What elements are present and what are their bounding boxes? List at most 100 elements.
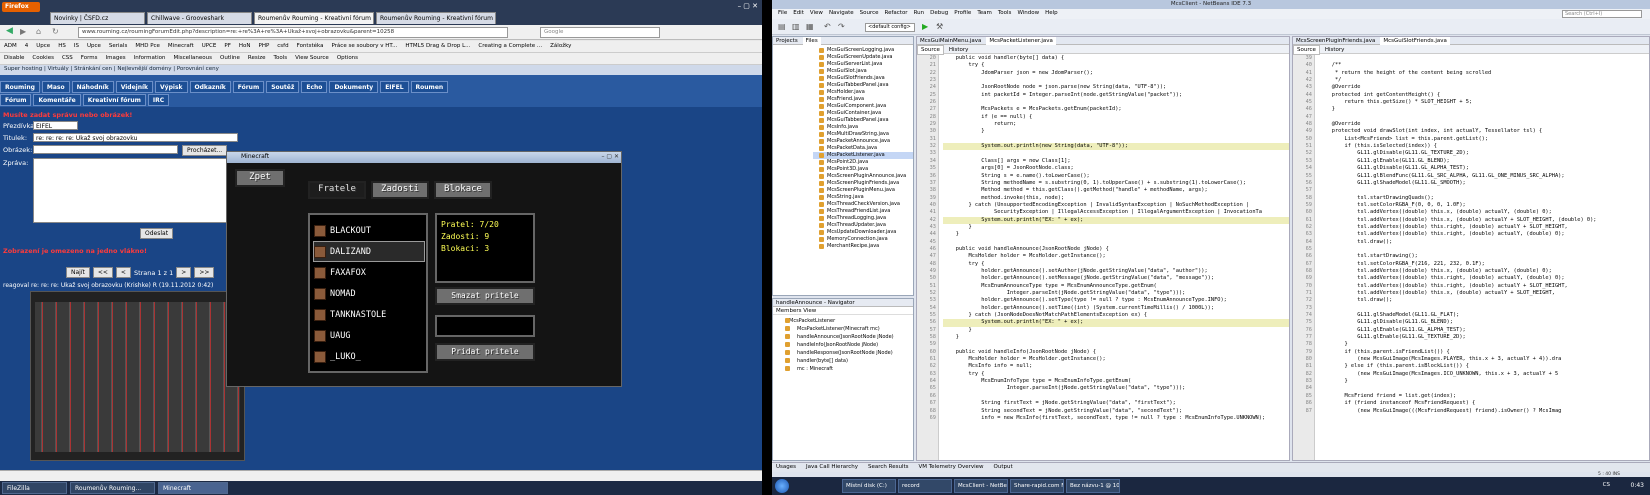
- menu-item[interactable]: File: [778, 10, 787, 16]
- search-input[interactable]: Google: [540, 27, 660, 38]
- taskbar-firefox[interactable]: Roumenův Rouming...: [70, 482, 155, 494]
- source-tab-2[interactable]: Source: [1293, 45, 1320, 55]
- output-tab[interactable]: VM Telemetry Overview: [919, 464, 984, 470]
- file-item[interactable]: McsThreadUpdater.java: [813, 222, 913, 229]
- site-submenu-item[interactable]: IRC: [147, 94, 170, 106]
- menu-item[interactable]: Refactor: [885, 10, 908, 16]
- site-menu-item[interactable]: Fórum: [232, 81, 265, 93]
- bookmark-item[interactable]: Záložky: [550, 43, 571, 49]
- webdev-item[interactable]: CSS: [62, 55, 73, 61]
- back-button[interactable]: Zpet: [235, 169, 285, 187]
- friend-row[interactable]: FAXAFOX: [314, 263, 424, 282]
- bookmark-item[interactable]: PF: [224, 43, 230, 49]
- bookmark-item[interactable]: UPCE: [202, 43, 217, 49]
- file-item[interactable]: McsUpdateDownloader.java: [813, 229, 913, 236]
- bookmark-item[interactable]: Fontstéka: [297, 43, 324, 49]
- file-item[interactable]: McsPoint2D.java: [813, 159, 913, 166]
- site-menu-item[interactable]: Echo: [301, 81, 328, 93]
- forward-icon[interactable]: ▶: [20, 27, 26, 36]
- nick-input[interactable]: EIFEL: [33, 121, 78, 130]
- file-item[interactable]: McsString.java: [813, 194, 913, 201]
- title-input[interactable]: re: re: re: re: Ukaž svoj obrazovku: [33, 133, 238, 142]
- output-tab[interactable]: Usages: [776, 464, 796, 470]
- start-button-icon[interactable]: [775, 479, 789, 493]
- tab-rouming[interactable]: Roumenův Rouming - Kreativní fórum: [376, 12, 496, 24]
- file-item[interactable]: McsPacketData.java: [813, 145, 913, 152]
- friend-row[interactable]: BLACKOUT: [314, 221, 424, 240]
- navigator-member[interactable]: handler(byte[] data): [779, 357, 907, 365]
- config-select[interactable]: <default config>: [865, 23, 915, 32]
- file-item[interactable]: McsPoint3D.java: [813, 166, 913, 173]
- friend-name-input[interactable]: [435, 315, 535, 337]
- menu-item[interactable]: Tools: [998, 10, 1012, 16]
- menu-item[interactable]: Navigate: [829, 10, 854, 16]
- file-item[interactable]: McsHolder.java: [813, 89, 913, 96]
- tab-mcsguislotfriends[interactable]: McsGuiSlotFriends.java: [1380, 37, 1450, 45]
- friend-row[interactable]: NOMAD: [314, 284, 424, 303]
- bookmark-item[interactable]: Serials: [109, 43, 127, 49]
- firefox-menu-button[interactable]: Firefox: [2, 2, 40, 12]
- menu-item[interactable]: Source: [860, 10, 879, 16]
- taskbar-item[interactable]: McsClient - NetBean...: [954, 479, 1008, 493]
- pager-next-button[interactable]: >: [176, 267, 192, 278]
- bookmark-item[interactable]: HS: [58, 43, 66, 49]
- tab-friends[interactable]: Fratele: [308, 181, 366, 199]
- save-icon[interactable]: ▦: [806, 22, 814, 31]
- friend-row[interactable]: UAUG: [314, 326, 424, 345]
- tab-mcspacketlistener[interactable]: McsPacketListener.java: [986, 37, 1056, 45]
- pager-prev-button[interactable]: <: [115, 267, 131, 278]
- output-tab[interactable]: Output: [994, 464, 1013, 470]
- site-menu-item[interactable]: Videjník: [115, 81, 154, 93]
- pager-go-button[interactable]: Najít: [66, 267, 90, 278]
- menu-item[interactable]: Help: [1045, 10, 1058, 16]
- file-item[interactable]: McsInfo.java: [813, 124, 913, 131]
- home-icon[interactable]: ⌂: [36, 27, 41, 36]
- friend-row[interactable]: DALIZAND: [313, 241, 425, 262]
- bookmark-item[interactable]: HTML5 Drag & Drop L...: [405, 43, 470, 49]
- menu-item[interactable]: Profile: [954, 10, 971, 16]
- tab-grooveshark[interactable]: Chillwave - Grooveshark: [147, 12, 252, 24]
- url-bar[interactable]: www.rouming.cz/roumingForumEdit.php?desc…: [78, 27, 508, 38]
- navigator-member[interactable]: handleAnnounce(JsonRootNode jNode): [779, 333, 907, 341]
- reload-icon[interactable]: ↻: [52, 27, 59, 36]
- taskbar-item[interactable]: record: [898, 479, 952, 493]
- webdev-item[interactable]: Information: [134, 55, 166, 61]
- webdev-item[interactable]: Forms: [81, 55, 98, 61]
- minecraft-window-controls[interactable]: – ▢ ✕: [601, 153, 619, 160]
- file-item[interactable]: McsScreenPluginAnnounce.java: [813, 173, 913, 180]
- bookmark-item[interactable]: Upce: [87, 43, 101, 49]
- navigator-member[interactable]: mc : Minecraft: [779, 365, 907, 373]
- tab-mcsguimainmenu[interactable]: McsGuiMainMenu.java: [917, 37, 984, 45]
- bookmark-item[interactable]: Práce se soubory v HT...: [331, 43, 397, 49]
- history-tab-2[interactable]: History: [1322, 46, 1348, 54]
- window-controls[interactable]: – ▢ ✕: [728, 2, 758, 11]
- submit-button[interactable]: Odeslat: [140, 228, 174, 239]
- file-item[interactable]: McsGuiScreenUpdate.java: [813, 54, 913, 61]
- file-item[interactable]: MerchantRecipe.java: [813, 243, 913, 250]
- friends-list[interactable]: BLACKOUT DALIZAND FAXAFOX NOMAD TANKNASTOLE U…: [308, 213, 428, 373]
- menu-item[interactable]: Edit: [793, 10, 804, 16]
- file-item[interactable]: McsScreenPluginFriends.java: [813, 180, 913, 187]
- file-item[interactable]: McsGuiTabbedPanel.java: [813, 82, 913, 89]
- tab-requests[interactable]: Zadosti: [371, 181, 429, 199]
- history-tab[interactable]: History: [946, 46, 972, 54]
- tab-files[interactable]: Files: [802, 37, 821, 45]
- site-top-links[interactable]: Super hosting | Virtuály | Stránkání cen…: [0, 65, 762, 75]
- language-indicator[interactable]: CS: [1603, 482, 1610, 488]
- navigator-member[interactable]: handleInfo(JsonRootNode jNode): [779, 341, 907, 349]
- navigator-member[interactable]: McsPacketListener: [779, 317, 907, 325]
- site-menu-item[interactable]: Odkazník: [189, 81, 231, 93]
- menu-item[interactable]: Run: [914, 10, 925, 16]
- webdev-item[interactable]: View Source: [295, 55, 329, 61]
- new-file-icon[interactable]: ▤: [778, 22, 786, 31]
- add-friend-button[interactable]: Pridat pritele: [435, 343, 535, 361]
- bookmark-item[interactable]: Upce: [36, 43, 50, 49]
- bookmark-item[interactable]: Creating a Complete ...: [478, 43, 542, 49]
- file-item[interactable]: McsFriend.java: [813, 96, 913, 103]
- taskbar-minecraft[interactable]: Minecraft: [158, 482, 228, 494]
- redo-icon[interactable]: ↷: [838, 22, 845, 31]
- taskbar-item[interactable]: Místní disk (C:): [842, 479, 896, 493]
- file-item[interactable]: McsGuiSlotFriends.java: [813, 75, 913, 82]
- bookmark-item[interactable]: HoN: [239, 43, 251, 49]
- taskbar-item[interactable]: Share-rapid.com Ma...: [1010, 479, 1064, 493]
